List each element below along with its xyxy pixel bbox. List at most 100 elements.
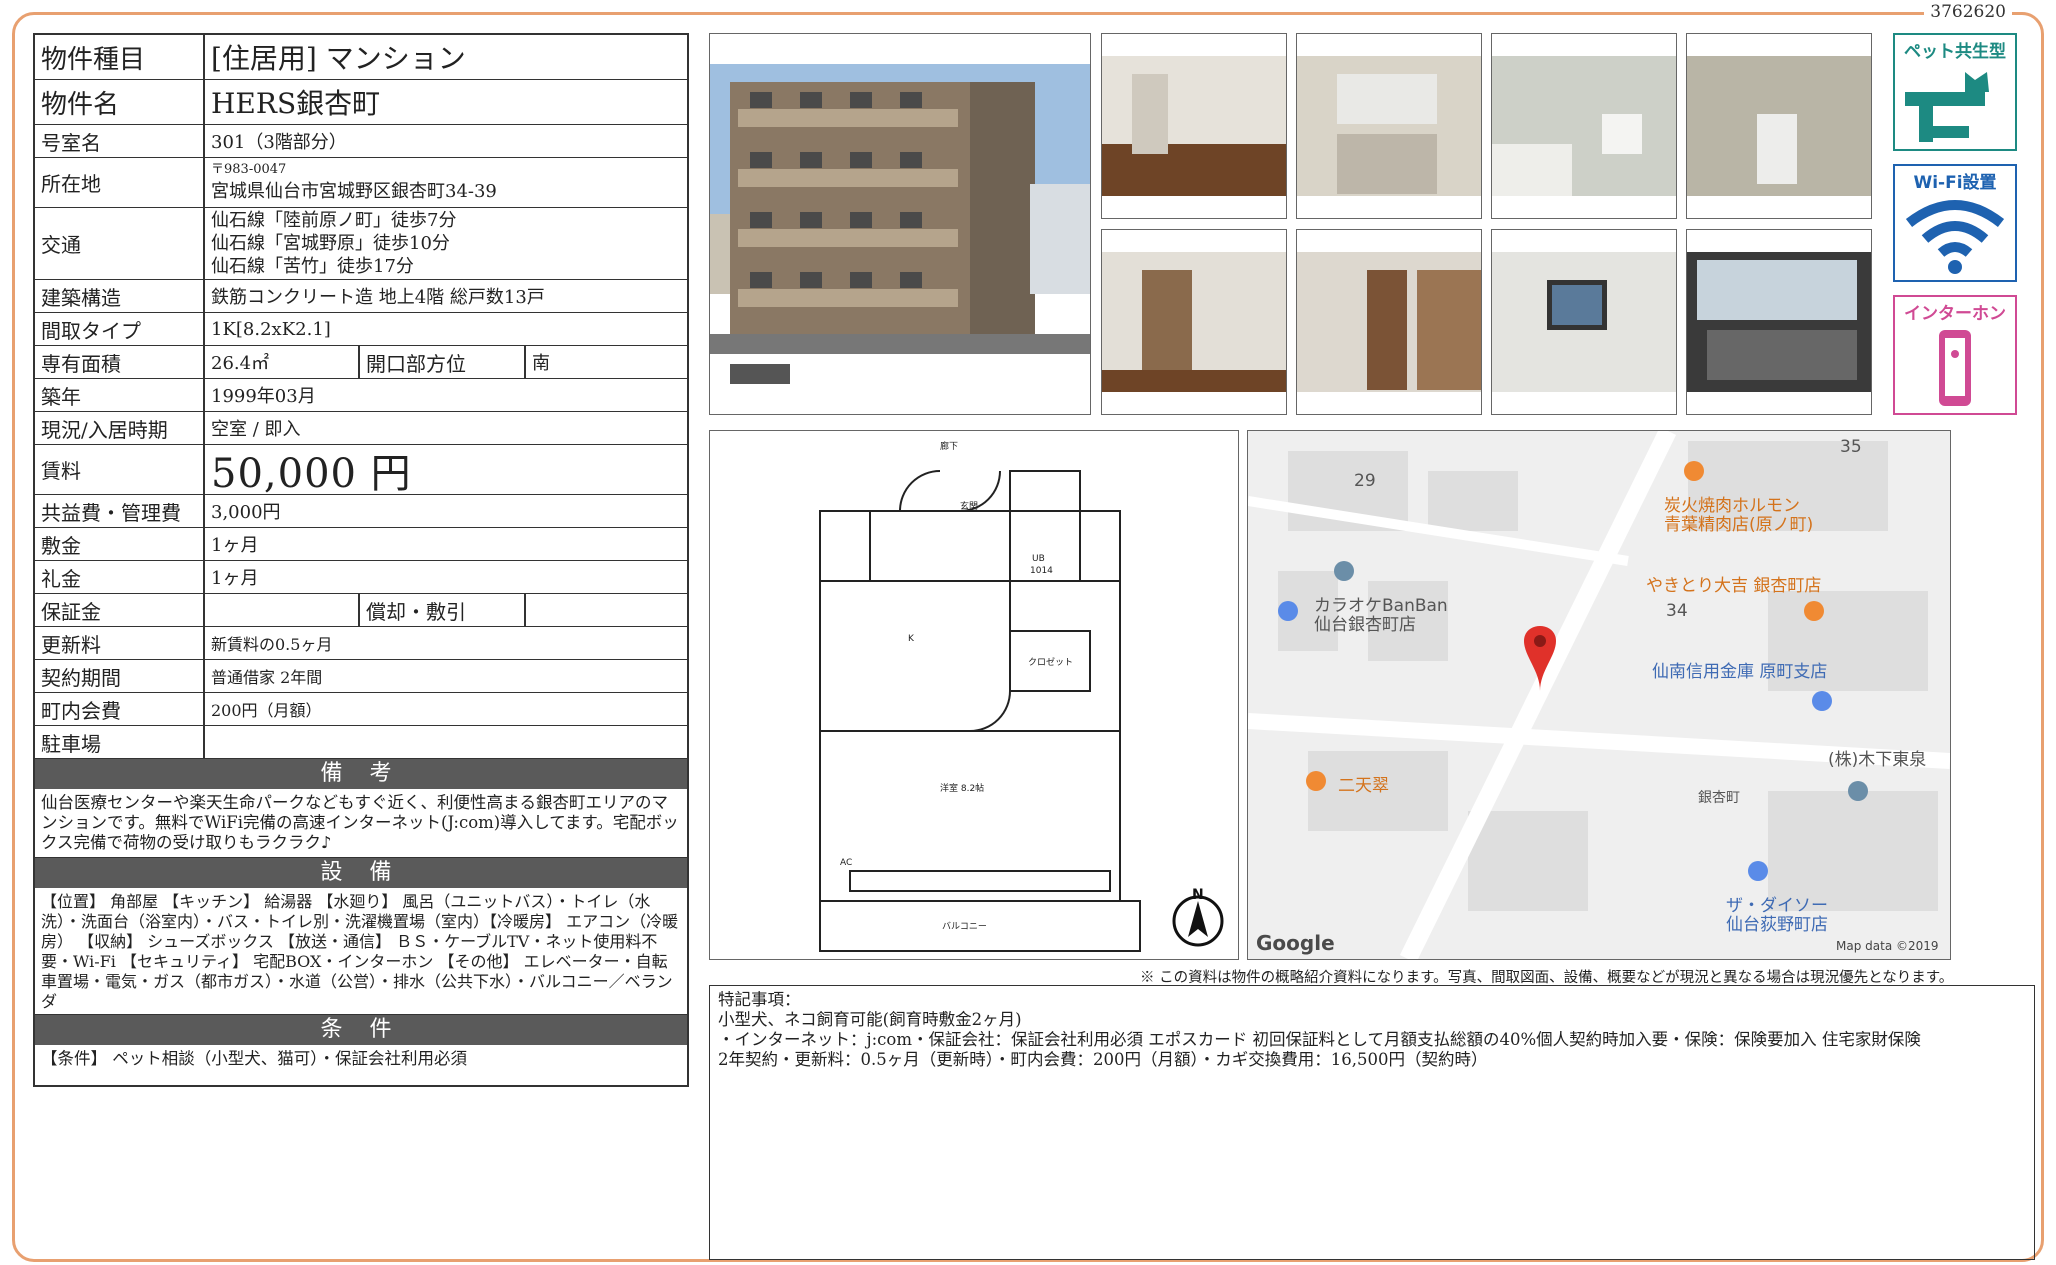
notes-line: 2年契約・更新料：0.5ヶ月（更新時）・町内会費：200円（月額）・カギ交換費用… (718, 1050, 1488, 1069)
direction-label: 開口部方位 (360, 346, 526, 378)
address-value: 宮城県仙台市宮城野区銀杏町34-39 (211, 180, 497, 202)
disclaimer: ※ この資料は物件の概略紹介資料になります。写真、間取図面、設備、概要などが現況… (1140, 970, 1954, 986)
map-poi-daiso: ザ・ダイソー 仙台荻野町店 (1726, 897, 1828, 935)
row-guarantee: 保証金 償却・敷引 (35, 594, 687, 627)
area-value: 26.4㎡ (205, 346, 360, 378)
conditions-heading: 条 件 (35, 1015, 687, 1045)
keymoney-value: 1ヶ月 (211, 568, 259, 589)
type-value: [住居用] マンション (211, 42, 466, 75)
row-parking: 駐車場 (35, 726, 687, 759)
row-renewal: 更新料 新賃料の0.5ヶ月 (35, 627, 687, 660)
conditions-text: 【条件】 ペット相談（小型犬、猫可）・保証会社利用必須 (41, 1049, 467, 1068)
toilet-photo (1686, 33, 1872, 219)
google-logo: Google (1256, 931, 1335, 955)
pet-badge-label: ペット共生型 (1904, 42, 2006, 62)
amort-value (526, 594, 687, 626)
closet-label: クロゼット (1028, 656, 1073, 668)
interior-photo (1101, 33, 1287, 219)
remarks-heading: 備 考 (35, 759, 687, 789)
building-exterior-photo (709, 33, 1091, 415)
area-split: 26.4㎡ 開口部方位 南 (205, 346, 687, 378)
deposit-value: 1ヶ月 (211, 535, 259, 556)
rent-label: 賃料 (35, 445, 205, 494)
parking-label: 駐車場 (35, 726, 205, 758)
spec-table: 物件種目 [住居用] マンション 物件名 HERS銀杏町 号室名 301（3階部… (33, 33, 689, 1087)
direction-value: 南 (532, 353, 550, 374)
map-roads (1248, 431, 1950, 959)
closet-photo (1101, 229, 1287, 415)
row-address: 所在地 〒983-0047 宮城県仙台市宮城野区銀杏町34-39 (35, 158, 687, 208)
intercom-badge: インターホン (1893, 295, 2017, 415)
map-block-35: 35 (1840, 437, 1862, 457)
map-block-34: 34 (1666, 601, 1688, 621)
address-cell: 〒983-0047 宮城県仙台市宮城野区銀杏町34-39 (205, 158, 687, 207)
map-poi-karaoke: カラオケBanBan 仙台銀杏町店 (1314, 597, 1448, 635)
access-cell: 仙石線「陸前原ノ町」徒歩7分 仙石線「宮城野原」徒歩10分 仙石線「苦竹」徒歩1… (205, 208, 687, 279)
row-access: 交通 仙石線「陸前原ノ町」徒歩7分 仙石線「宮城野原」徒歩10分 仙石線「苦竹」… (35, 208, 687, 280)
intercom-icon (1939, 330, 1971, 406)
fee-value: 3,000円 (211, 502, 281, 523)
facilities-heading: 設 備 (35, 858, 687, 888)
renewal-label: 更新料 (35, 627, 205, 659)
document-id: 3762620 (1924, 2, 2012, 22)
entrance-label: 玄関 (960, 500, 978, 512)
pet-badge: ペット共生型 (1893, 33, 2017, 151)
status-value: 空室 / 即入 (211, 419, 301, 440)
name-label: 物件名 (35, 80, 205, 124)
row-contract: 契約期間 普通借家 2年間 (35, 660, 687, 693)
ub-label: UB (1032, 554, 1045, 564)
kitchen-photo (1296, 33, 1482, 219)
layout-value: 1K[8.2xK2.1] (211, 318, 331, 340)
balcony-photo (1686, 229, 1872, 415)
row-deposit: 敷金 1ヶ月 (35, 528, 687, 561)
parking-value (205, 726, 687, 758)
kitchen-label: K (908, 634, 915, 644)
location-map: 35 29 34 炭火焼肉ホルモン 青葉精肉店(原ノ町) やきとり大吉 銀杏町店… (1247, 430, 1951, 960)
amort-label: 償却・敷引 (360, 594, 526, 626)
remarks-text: 仙台医療センターや楽天生命パークなどもすぐ近く、利便性高まる銀杏町エリアのマンシ… (35, 789, 687, 858)
fee-label: 共益費・管理費 (35, 495, 205, 527)
layout-label: 間取タイプ (35, 313, 205, 345)
access-line: 仙石線「苦竹」徒歩17分 (211, 256, 414, 277)
guarantee-label: 保証金 (35, 594, 205, 626)
zip-code: 〒983-0047 (211, 161, 287, 177)
map-poi-daiso-line2: 仙台荻野町店 (1726, 915, 1828, 935)
floor-plan-drawing: 廊下 玄関 UB 1014 K クロゼット 洋室 8.2帖 AC バルコニー N (819, 440, 1224, 952)
renewal-value: 新賃料の0.5ヶ月 (211, 635, 333, 654)
wifi-badge-label: Wi-Fi設置 (1913, 173, 1997, 193)
hallway-photo (1296, 229, 1482, 415)
row-layout: 間取タイプ 1K[8.2xK2.1] (35, 313, 687, 346)
wifi-badge: Wi-Fi設置 (1893, 164, 2017, 282)
ac-label: AC (840, 858, 852, 868)
facilities-text: 【位置】 角部屋 【キッチン】 給湯器 【水廻り】 風呂（ユニットバス）・トイレ… (35, 888, 687, 1015)
ub-size: 1014 (1030, 566, 1053, 576)
rent-value: 50,000 円 (211, 450, 412, 497)
intercom-badge-label: インターホン (1904, 304, 2006, 324)
cat-icon (1905, 72, 1989, 142)
access-line: 仙石線「陸前原ノ町」徒歩7分 (211, 210, 457, 231)
wifi-icon (1905, 200, 2005, 274)
map-poi-yakitori: やきとり大吉 銀杏町店 (1646, 576, 1822, 596)
community-value: 200円（月額） (211, 701, 322, 720)
map-poi-yakiniku-line2: 青葉精肉店(原ノ町) (1664, 515, 1814, 535)
map-station-ginkgo: 銀杏町 (1698, 790, 1740, 806)
address-label: 所在地 (35, 158, 205, 207)
row-built: 築年 1999年03月 (35, 379, 687, 412)
map-poi-yakiniku-line1: 炭火焼肉ホルモン (1664, 496, 1800, 516)
balcony-label: バルコニー (942, 921, 987, 932)
map-poi-daiso-line1: ザ・ダイソー (1726, 896, 1828, 916)
guarantee-split: 償却・敷引 (205, 594, 687, 626)
row-name: 物件名 HERS銀杏町 (35, 80, 687, 125)
room-label: 洋室 8.2帖 (940, 782, 984, 794)
north-arrow-icon: N (1172, 887, 1224, 947)
map-poi-karaoke-line2: 仙台銀杏町店 (1314, 615, 1416, 635)
access-line: 仙石線「宮城野原」徒歩10分 (211, 233, 450, 254)
hall-label: 廊下 (940, 440, 958, 452)
name-value: HERS銀杏町 (211, 87, 381, 120)
map-poi-nitensui: 二天翠 (1338, 776, 1389, 796)
map-block-29: 29 (1354, 471, 1376, 491)
status-label: 現況/入居時期 (35, 412, 205, 444)
contract-label: 契約期間 (35, 660, 205, 692)
north-label: N (1192, 887, 1204, 903)
row-room: 号室名 301（3階部分） (35, 125, 687, 158)
